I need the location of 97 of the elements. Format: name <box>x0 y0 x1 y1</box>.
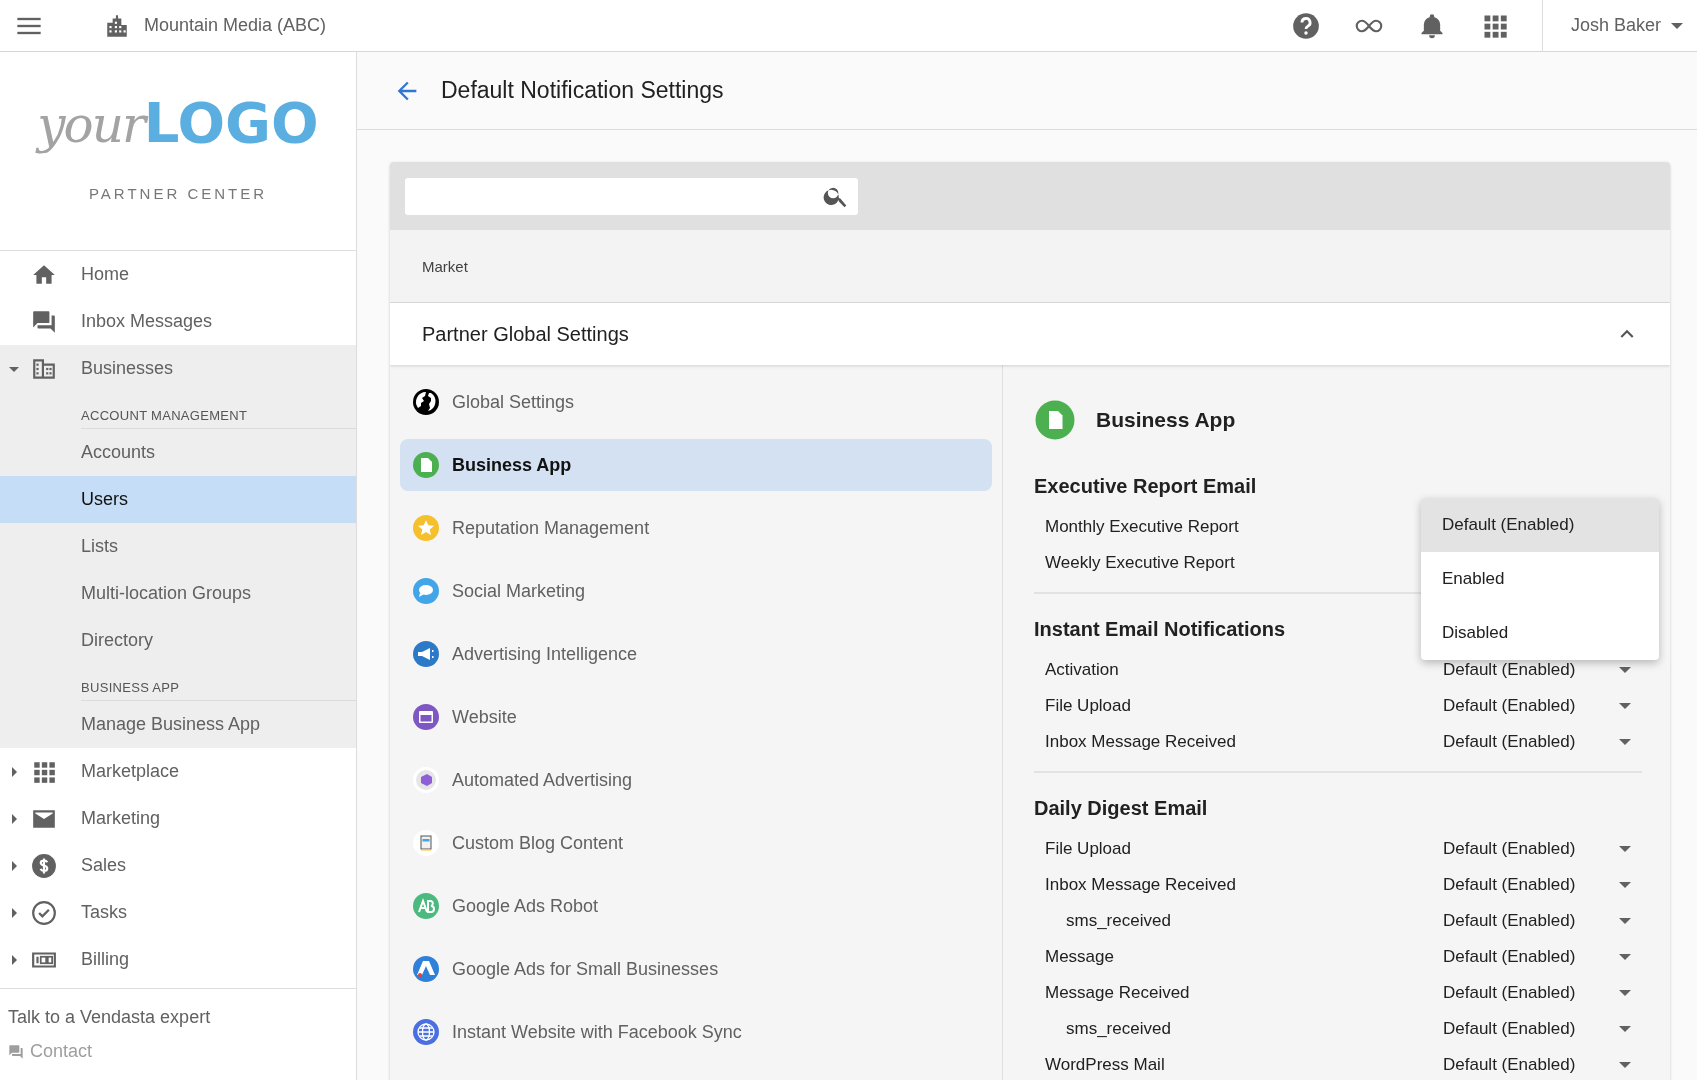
group-heading: Executive Report Email <box>1034 474 1257 499</box>
nav-item[interactable]: Directory <box>0 617 356 664</box>
chat-icon <box>8 1043 24 1060</box>
cube-icon <box>412 766 440 794</box>
caret-right-icon[interactable] <box>9 813 19 824</box>
account-name: Mountain Media (ABC) <box>144 15 327 36</box>
setting-select[interactable]: Default (Enabled) <box>1443 983 1636 1003</box>
setting-label: Message Received <box>1044 983 1191 1003</box>
blog-page-icon <box>412 829 440 857</box>
product-item[interactable]: Website <box>400 691 992 743</box>
dollar-icon <box>31 852 57 879</box>
product-item[interactable]: Google Ads Robot <box>400 880 992 932</box>
logo-subtitle: PARTNER CENTER <box>88 185 268 202</box>
group-heading: Instant Email Notifications <box>1034 617 1286 642</box>
setting-label: sms_received <box>1065 1019 1172 1039</box>
section-heading: BUSINESS APP <box>81 680 180 695</box>
product-item[interactable]: Advertising Intelligence <box>400 628 992 680</box>
caret-icon <box>1619 990 1631 996</box>
caret-icon <box>1619 954 1631 960</box>
product-item[interactable]: Automated Advertising <box>400 754 992 806</box>
product-title: Business App <box>1096 408 1236 432</box>
setting-label: Activation <box>1044 660 1120 680</box>
setting-label: sms_received <box>1065 911 1172 931</box>
nav-item[interactable]: Lists <box>0 523 356 570</box>
caret-right-icon[interactable] <box>9 954 19 965</box>
setting-select[interactable]: Default (Enabled) <box>1443 839 1636 859</box>
setting-select[interactable]: Default (Enabled) <box>1443 660 1636 680</box>
setting-select[interactable]: Default (Enabled) <box>1443 875 1636 895</box>
nav-item[interactable]: Marketing <box>0 795 356 842</box>
setting-label: Weekly Executive Report <box>1044 553 1236 573</box>
section-header[interactable]: Partner Global Settings <box>390 303 1670 365</box>
product-item[interactable]: Reputation Management <box>400 502 992 554</box>
nav-item[interactable]: Accounts <box>0 429 356 476</box>
nav-item[interactable]: Billing <box>0 936 356 983</box>
nav-item[interactable]: Sales <box>0 842 356 889</box>
setting-label: Inbox Message Received <box>1044 732 1237 752</box>
setting-label: File Upload <box>1044 696 1132 716</box>
section-heading: ACCOUNT MANAGEMENT <box>81 408 248 423</box>
product-item[interactable]: Social Marketing <box>400 565 992 617</box>
setting-select[interactable]: Default (Enabled) <box>1443 911 1636 931</box>
logo: yourLOGO <box>37 90 319 155</box>
peak-icon <box>412 955 440 983</box>
nav-item[interactable]: Inbox Messages <box>0 298 356 345</box>
globe-icon <box>412 388 440 416</box>
setting-label: Monthly Executive Report <box>1044 517 1240 537</box>
help-icon[interactable] <box>1291 11 1320 40</box>
setting-label: Message <box>1044 947 1115 967</box>
chat-icon <box>31 308 57 335</box>
product-item[interactable]: Global Settings <box>400 376 992 428</box>
nav-item[interactable]: Home <box>0 251 356 298</box>
caret-icon <box>1619 703 1631 709</box>
document-icon <box>412 451 440 479</box>
product-item[interactable]: Google Ads for Small Businesses <box>400 943 992 995</box>
browser-window-icon <box>412 703 440 731</box>
menu-option[interactable]: Enabled <box>1421 552 1659 606</box>
setting-label: File Upload <box>1044 839 1132 859</box>
setting-select[interactable]: Default (Enabled) <box>1443 696 1636 716</box>
setting-select[interactable]: Default (Enabled) <box>1443 732 1636 752</box>
filter-label: Market <box>422 257 468 275</box>
search-field[interactable] <box>405 177 858 215</box>
caret-icon <box>1619 1026 1631 1032</box>
caret-icon <box>1619 739 1631 745</box>
group-heading: Daily Digest Email <box>1034 796 1208 821</box>
nav-item[interactable]: Manage Business App <box>0 701 356 748</box>
caret-icon <box>1619 882 1631 888</box>
caret-right-icon[interactable] <box>9 860 19 871</box>
check-circle-icon <box>31 899 57 926</box>
nav-item[interactable]: Tasks <box>0 889 356 936</box>
setting-select[interactable]: Default (Enabled) <box>1443 1019 1636 1039</box>
setting-label: Inbox Message Received <box>1044 875 1237 895</box>
product-item[interactable]: Instant Website with Facebook Sync <box>400 1006 992 1058</box>
menu-option[interactable]: Disabled <box>1421 606 1659 660</box>
caret-icon <box>1619 846 1631 852</box>
chat-icon <box>412 577 440 605</box>
nav-item[interactable]: Businesses <box>0 345 356 392</box>
product-item[interactable]: Business App <box>400 439 992 491</box>
megaphone-icon <box>412 640 440 668</box>
globe-icon <box>412 1018 440 1046</box>
menu-option[interactable]: Default (Enabled) <box>1421 498 1659 552</box>
nav-item[interactable]: Marketplace <box>0 748 356 795</box>
building-icon <box>104 12 130 39</box>
caret-icon <box>1619 918 1631 924</box>
nav-item[interactable]: Multi-location Groups <box>0 570 356 617</box>
caret-icon <box>1671 22 1683 29</box>
page-title: Default Notification Settings <box>441 77 724 104</box>
user-menu-button[interactable]: Josh Baker <box>1542 15 1697 36</box>
expert-prompt: Talk to a Vendasta expert <box>8 1007 212 1028</box>
setting-select[interactable]: Default (Enabled) <box>1443 947 1636 967</box>
caret-icon <box>1619 667 1631 673</box>
document-icon <box>1034 399 1076 441</box>
setting-select[interactable]: Default (Enabled) <box>1443 1055 1636 1075</box>
caret-right-icon[interactable] <box>9 766 19 777</box>
setting-label: WordPress Mail <box>1044 1055 1166 1075</box>
product-item[interactable]: Custom Blog Content <box>400 817 992 869</box>
caret-right-icon[interactable] <box>9 907 19 918</box>
nav-item[interactable]: Users <box>0 476 356 523</box>
caret-icon <box>1619 1062 1631 1068</box>
